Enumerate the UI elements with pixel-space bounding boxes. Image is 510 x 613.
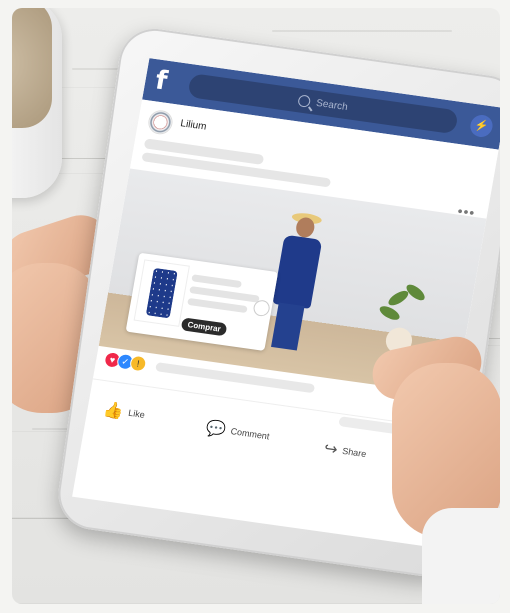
placeholder-line bbox=[187, 297, 248, 314]
share-label: Share bbox=[341, 445, 368, 460]
product-image bbox=[133, 259, 190, 327]
legs bbox=[271, 302, 305, 351]
comment-icon: 💬 bbox=[204, 419, 228, 440]
wood-grain bbox=[272, 30, 452, 32]
plant-leaf bbox=[377, 303, 402, 323]
dress bbox=[272, 234, 323, 309]
coffee bbox=[12, 8, 52, 128]
avatar[interactable] bbox=[146, 108, 175, 136]
search-icon bbox=[297, 94, 312, 108]
comment-button[interactable]: 💬 Comment bbox=[204, 418, 271, 447]
messenger-icon[interactable]: ⚡ bbox=[468, 113, 495, 139]
share-button[interactable]: ↪ Share bbox=[322, 438, 367, 464]
comment-label: Comment bbox=[229, 426, 271, 442]
product-dress bbox=[145, 267, 178, 319]
search-placeholder: Search bbox=[315, 97, 349, 113]
placeholder-line bbox=[191, 274, 243, 289]
like-button[interactable]: 👍 Like bbox=[102, 399, 147, 424]
buy-button[interactable]: Comprar bbox=[180, 317, 228, 337]
photo-scene: f Search ⚡ Lilium ••• Comprar ♥ ✓ ! 👍 Li… bbox=[12, 8, 500, 604]
sleeve bbox=[422, 508, 500, 604]
like-label: Like bbox=[127, 407, 146, 420]
plant-leaf bbox=[403, 281, 428, 304]
shop-product-card[interactable]: Comprar bbox=[125, 252, 279, 351]
share-icon: ↪ bbox=[322, 440, 339, 459]
post-author[interactable]: Lilium bbox=[180, 118, 208, 132]
facebook-logo[interactable]: f bbox=[153, 65, 184, 98]
wow-reaction-icon: ! bbox=[128, 354, 148, 373]
reaction-icons[interactable]: ♥ ✓ ! bbox=[103, 350, 148, 373]
thumbs-up-icon: 👍 bbox=[102, 401, 125, 421]
product-tag-icon[interactable] bbox=[252, 299, 271, 318]
